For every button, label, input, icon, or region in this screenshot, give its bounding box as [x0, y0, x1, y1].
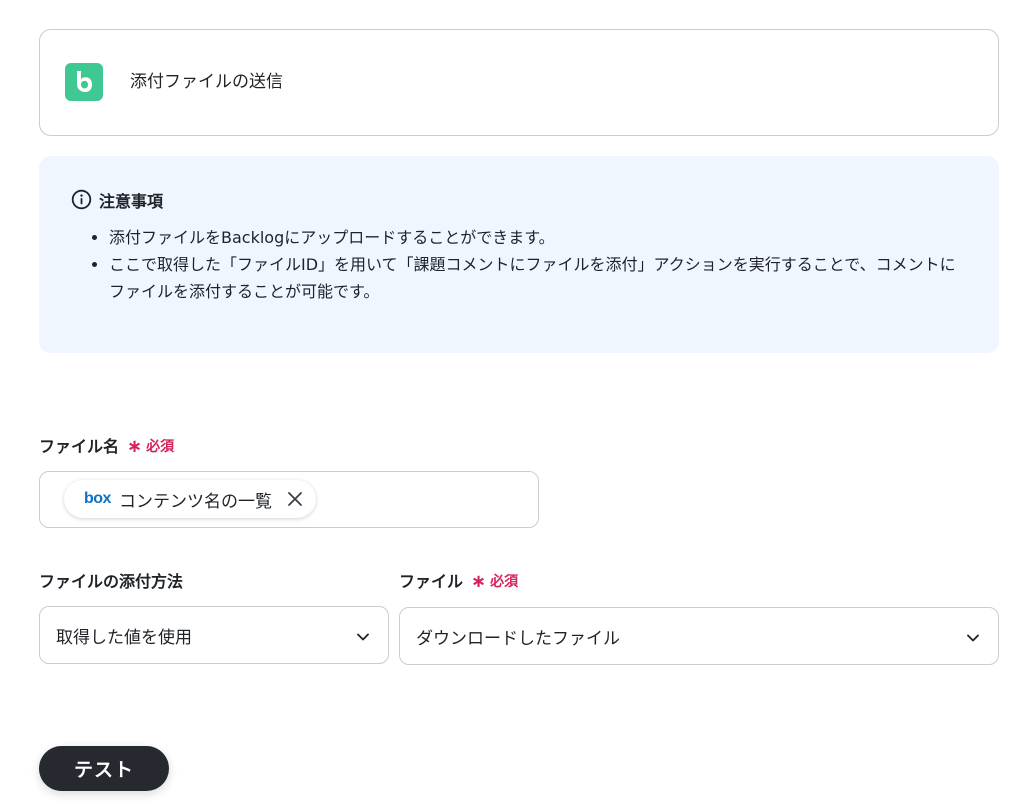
chevron-down-icon [966, 630, 980, 650]
test-button[interactable]: テスト [39, 746, 169, 791]
attach-method-label: ファイルの添付方法 [39, 571, 183, 593]
attach-method-value: 取得した値を使用 [56, 627, 192, 648]
box-logo-icon: box [84, 490, 111, 507]
notice-list: 添付ファイルをBacklogにアップロードすることができます。 ここで取得した「… [109, 224, 969, 305]
backlog-logo-icon [65, 63, 103, 101]
chip-label: コンテンツ名の一覧 [118, 491, 272, 512]
file-value: ダウンロードしたファイル [416, 628, 620, 649]
required-asterisk: ∗ [127, 436, 143, 457]
attach-method-select[interactable]: 取得した値を使用 [39, 606, 389, 664]
filename-input[interactable]: box コンテンツ名の一覧 [39, 471, 539, 528]
attach-method-label-text: ファイルの添付方法 [39, 572, 184, 591]
variable-chip[interactable]: box コンテンツ名の一覧 [64, 480, 316, 518]
file-select[interactable]: ダウンロードしたファイル [399, 607, 999, 665]
info-icon [71, 189, 92, 214]
close-icon[interactable] [284, 488, 306, 510]
file-label-text: ファイル [399, 572, 464, 591]
required-text: 必須 [146, 439, 175, 455]
notice-item: ここで取得した「ファイルID」を用いて「課題コメントにファイルを添付」アクション… [109, 251, 969, 305]
required-asterisk: ∗ [471, 571, 487, 592]
filename-label-text: ファイル名 [39, 437, 120, 456]
notice-header: 注意事項 [71, 189, 163, 214]
notice-box: 注意事項 添付ファイルをBacklogにアップロードすることができます。 ここで… [39, 156, 999, 353]
action-card: 添付ファイルの送信 [39, 29, 999, 136]
notice-item: 添付ファイルをBacklogにアップロードすることができます。 [109, 224, 969, 251]
action-title: 添付ファイルの送信 [130, 72, 283, 92]
chevron-down-icon [356, 629, 370, 649]
notice-title: 注意事項 [99, 191, 164, 211]
filename-label: ファイル名 ∗ 必須 [39, 436, 174, 458]
file-label: ファイル ∗ 必須 [399, 571, 518, 593]
required-text: 必須 [490, 574, 519, 590]
